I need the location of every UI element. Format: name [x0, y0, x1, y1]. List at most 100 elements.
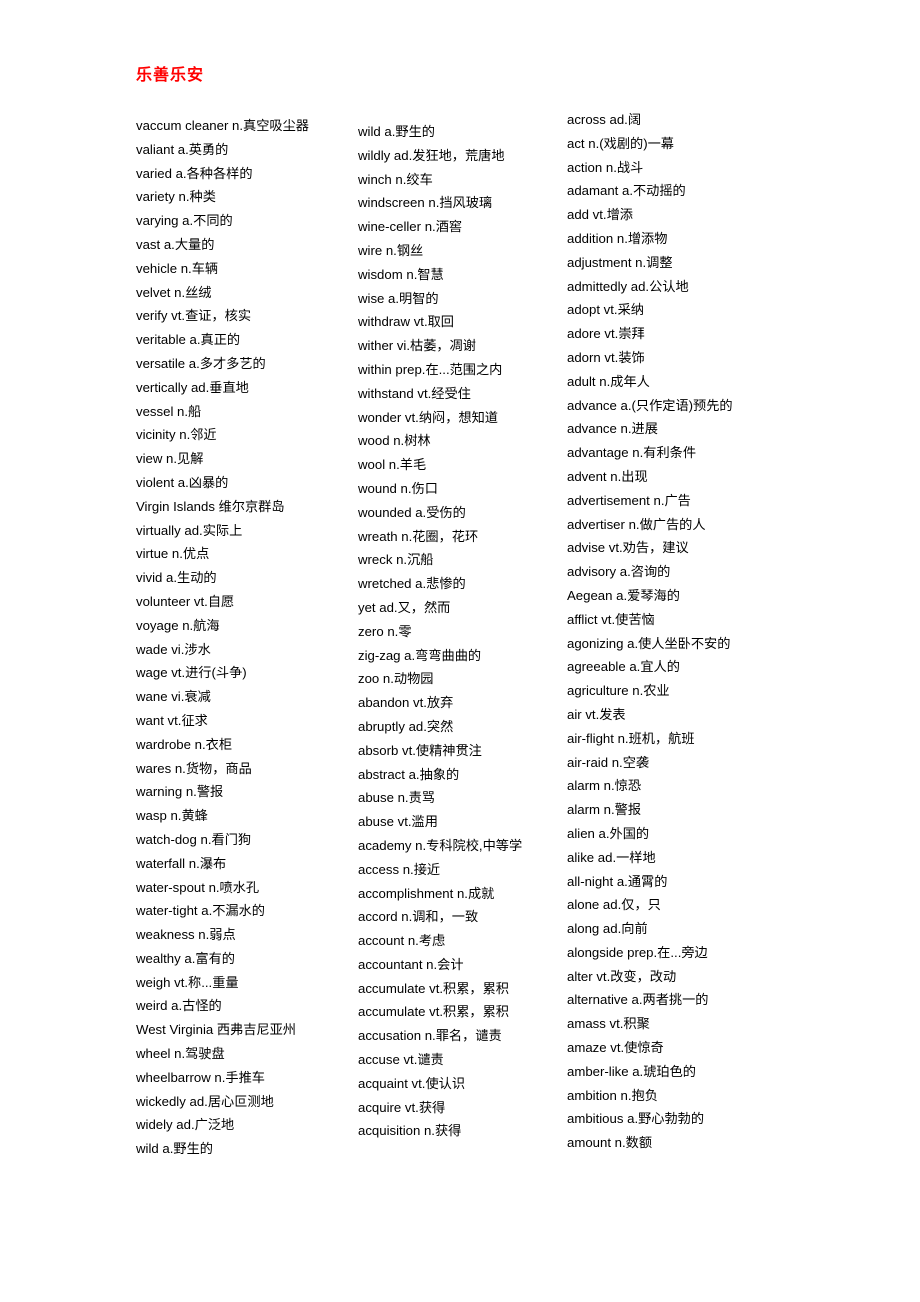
vocabulary-entry: wane vi.衰减 [136, 689, 211, 705]
vocabulary-entry: advisory a.咨询的 [567, 564, 671, 580]
vocabulary-entry: varying a.不同的 [136, 213, 233, 229]
vocabulary-entry: wounded a.受伤的 [358, 504, 466, 520]
vocabulary-entry: wretched a.悲惨的 [358, 576, 466, 592]
vocabulary-entry: wonder vt.纳闷，想知道 [358, 409, 498, 425]
vocabulary-entry: alongside prep.在...旁边 [567, 944, 708, 960]
vocabulary-entry: vast a.大量的 [136, 236, 215, 252]
vocabulary-entry: vivid a.生动的 [136, 570, 217, 586]
vocabulary-entry: amber-like a.琥珀色的 [567, 1063, 696, 1079]
vocabulary-entry: wheelbarrow n.手推车 [136, 1069, 265, 1085]
vocabulary-entry: adjustment n.调整 [567, 254, 673, 270]
vocabulary-entry: absorb vt.使精神贯注 [358, 742, 482, 758]
vocabulary-entry: wire n.钢丝 [358, 242, 424, 258]
vocabulary-entry: add vt.增添 [567, 207, 633, 223]
vocabulary-entry: weakness n.弱点 [136, 927, 236, 943]
vocabulary-entry: ambition n.抱负 [567, 1087, 658, 1103]
vocabulary-entry: versatile a.多才多艺的 [136, 355, 266, 371]
vocabulary-entry: adopt vt.采纳 [567, 302, 644, 318]
vocabulary-entry: weird a.古怪的 [136, 998, 222, 1014]
vocabulary-entry: vehicle n.车辆 [136, 260, 219, 276]
vocabulary-entry: wreck n.沉船 [358, 552, 434, 568]
vocabulary-entry: waterfall n.瀑布 [136, 855, 227, 871]
vocabulary-entry: West Virginia 西弗吉尼亚州 [136, 1022, 296, 1038]
vocabulary-entry: zoo n.动物园 [358, 671, 434, 687]
vocabulary-entry: air vt.发表 [567, 706, 626, 722]
vocabulary-entry: air-flight n.班机，航班 [567, 730, 695, 746]
vocabulary-entry: accumulate vt.积累，累积 [358, 1004, 509, 1020]
vocabulary-entry: voyage n.航海 [136, 617, 220, 633]
vocabulary-entry: wares n.货物，商品 [136, 760, 252, 776]
vocabulary-entry: accountant n.会计 [358, 956, 464, 972]
vocabulary-entry: alarm n.惊恐 [567, 778, 642, 794]
vocabulary-entry: wild a.野生的 [136, 1141, 213, 1157]
vocabulary-entry: ambitious a.野心勃勃的 [567, 1111, 705, 1127]
vocabulary-entry: varied a.各种各样的 [136, 165, 253, 181]
document-page: 乐善乐安 vaccum cleaner n.真空吸尘器 valiant a.英勇的… [0, 0, 920, 1302]
vocabulary-entry: windscreen n.挡风玻璃 [358, 195, 493, 211]
vocabulary-entry: advertiser n.做广告的人 [567, 516, 706, 532]
vocabulary-entry: wood n.树林 [358, 433, 431, 449]
vocabulary-entry: abuse vt.滥用 [358, 814, 438, 830]
vocabulary-entry: wasp n.黄蜂 [136, 808, 208, 824]
vocabulary-entry: all-night a.通霄的 [567, 873, 668, 889]
vocabulary-entry: acquisition n.获得 [358, 1123, 462, 1139]
vocabulary-entry: adorn vt.装饰 [567, 349, 645, 365]
vocabulary-entry: accumulate vt.积累，累积 [358, 980, 509, 996]
vocabulary-entry: abruptly ad.突然 [358, 718, 454, 734]
vocabulary-entry: action n.战斗 [567, 159, 644, 175]
vocabulary-entry: accomplishment n.成就 [358, 885, 495, 901]
vocabulary-entry: abandon vt.放弃 [358, 695, 454, 711]
vocabulary-entry: wise a.明智的 [358, 290, 439, 306]
vocabulary-entry: abstract a.抽象的 [358, 766, 460, 782]
vocabulary-entry: act n.(戏剧的)一幕 [567, 135, 674, 151]
vocabulary-entry: alternative a.两者挑一的 [567, 992, 709, 1008]
vocabulary-entry: vicinity n.邻近 [136, 427, 217, 443]
vocabulary-entry: virtually ad.实际上 [136, 522, 243, 538]
vocabulary-entry: want vt.征求 [136, 712, 208, 728]
vocabulary-entry: acquaint vt.使认识 [358, 1075, 466, 1091]
vocabulary-entry: advance n.进展 [567, 421, 658, 437]
vocabulary-entry: agonizing a.使人坐卧不安的 [567, 635, 731, 651]
vocabulary-entry: wardrobe n.衣柜 [136, 736, 233, 752]
vocabulary-entry: wheel n.驾驶盘 [136, 1046, 225, 1062]
vocabulary-entry: watch-dog n.看门狗 [136, 831, 252, 847]
vocabulary-entry: wickedly ad.居心叵测地 [136, 1093, 274, 1109]
vocabulary-entry: adore vt.崇拜 [567, 326, 645, 342]
vocabulary-entry: adamant a.不动摇的 [567, 183, 686, 199]
vocabulary-entry: water-tight a.不漏水的 [136, 903, 265, 919]
vocabulary-entry: withdraw vt.取回 [358, 314, 454, 330]
vocabulary-entry: volunteer vt.自愿 [136, 593, 235, 609]
vocabulary-entry: accuse vt.谴责 [358, 1052, 444, 1068]
vocabulary-entry: agriculture n.农业 [567, 683, 670, 699]
vocabulary-entry: advent n.出现 [567, 468, 648, 484]
vocabulary-entry: adult n.成年人 [567, 373, 650, 389]
vocabulary-entry: alter vt.改变，改动 [567, 968, 677, 984]
vocabulary-entry: wildly ad.发狂地，荒唐地 [358, 147, 505, 163]
vocabulary-entry: wage vt.进行(斗争) [136, 665, 247, 681]
vocabulary-entry: wool n.羊毛 [358, 457, 427, 473]
vocabulary-entry: alien a.外国的 [567, 825, 650, 841]
vocabulary-entry: amaze vt.使惊奇 [567, 1040, 664, 1056]
vocabulary-entry: wade vi.涉水 [136, 641, 211, 657]
vocabulary-entry: advise vt.劝告，建议 [567, 540, 689, 556]
vocabulary-entry: water-spout n.喷水孔 [136, 879, 260, 895]
vocabulary-entry: abuse n.责骂 [358, 790, 435, 806]
vocabulary-entry: account n.考虑 [358, 933, 446, 949]
vocabulary-entry: wound n.伤口 [358, 480, 438, 496]
vocabulary-entry: withstand vt.经受住 [358, 385, 471, 401]
vocabulary-entry: violent a.凶暴的 [136, 474, 229, 490]
vocabulary-entry: winch n.绞车 [358, 171, 433, 187]
vocabulary-entry: variety n.种类 [136, 189, 216, 205]
vocabulary-entry: view n.见解 [136, 451, 204, 467]
vocabulary-entry: accord n.调和，一致 [358, 909, 479, 925]
vocabulary-entry: zig-zag a.弯弯曲曲的 [358, 647, 482, 663]
vocabulary-entry: wealthy a.富有的 [136, 950, 235, 966]
vocabulary-entry: vessel n.船 [136, 403, 202, 419]
vocabulary-entry: wine-celler n.酒窖 [358, 219, 463, 235]
vocabulary-entry: admittedly ad.公认地 [567, 278, 689, 294]
vocabulary-entry: advantage n.有利条件 [567, 445, 697, 461]
vocabulary-entry: access n.接近 [358, 861, 441, 877]
vocabulary-entry: zero n.零 [358, 623, 412, 639]
vocabulary-entry: weigh vt.称...重量 [136, 974, 239, 990]
vocabulary-column-2: wild a.野生的 wildly ad.发狂地，荒唐地 winch n.绞车 win… [358, 120, 563, 1143]
